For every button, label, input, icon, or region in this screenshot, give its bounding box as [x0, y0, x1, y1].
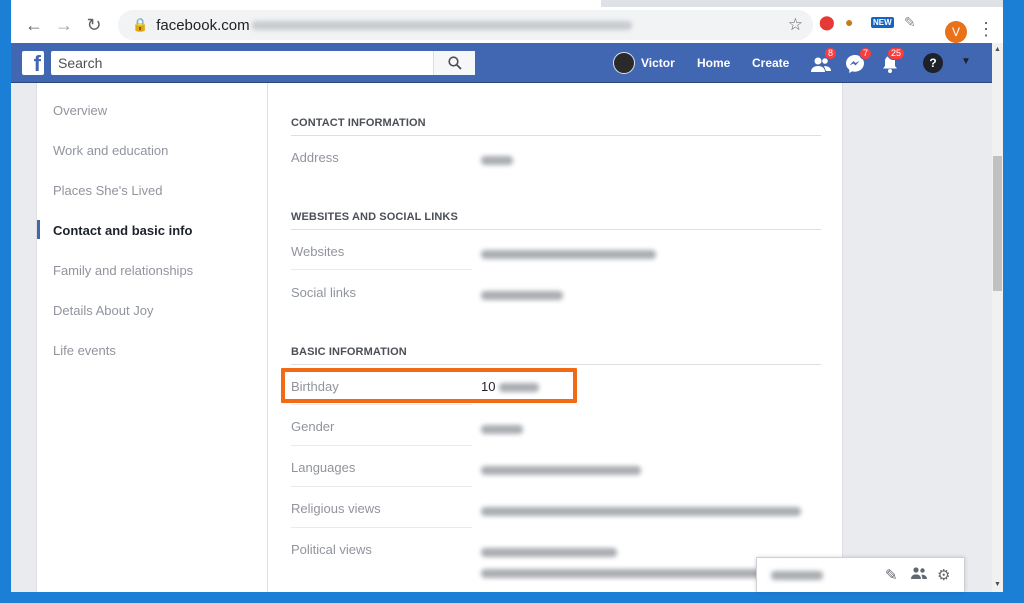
profile-avatar[interactable]: V — [945, 21, 967, 43]
political-value-blurred — [481, 544, 617, 559]
languages-value-blurred — [481, 462, 641, 477]
section-title-websites: WEBSITES AND SOCIAL LINKS — [291, 211, 458, 223]
home-link[interactable]: Home — [697, 43, 730, 83]
languages-label: Languages — [291, 460, 356, 475]
gear-icon[interactable]: ⚙ — [937, 566, 950, 584]
browser-toolbar: ← → ↻ 🔒 facebook.com ☆ ⬤ ● NEW ✎ V ⋮ — [11, 7, 1003, 43]
political-views-label: Political views — [291, 542, 372, 557]
contacts-icon[interactable] — [911, 566, 927, 584]
birthday-highlight-box — [281, 368, 577, 403]
star-icon[interactable]: ☆ — [788, 15, 803, 35]
divider — [291, 229, 821, 230]
sidebar-item-details-about[interactable]: Details About Joy — [53, 303, 153, 318]
address-bar[interactable]: 🔒 facebook.com ☆ — [118, 10, 813, 40]
help-icon[interactable]: ? — [923, 53, 943, 73]
notifications-badge: 25 — [887, 47, 906, 60]
compose-icon[interactable]: ✎ — [885, 566, 898, 584]
gender-label: Gender — [291, 419, 335, 434]
search-icon[interactable] — [433, 51, 475, 75]
home-label: Home — [697, 56, 731, 70]
row-divider — [291, 445, 472, 446]
divider — [291, 135, 821, 136]
user-name: Victor — [641, 56, 675, 70]
section-title-contact: CONTACT INFORMATION — [291, 117, 426, 129]
row-divider — [291, 486, 472, 487]
about-sidebar: Overview Work and education Places She's… — [37, 83, 268, 592]
sidebar-item-work-education[interactable]: Work and education — [53, 143, 168, 158]
sidebar-item-places-lived[interactable]: Places She's Lived — [53, 183, 162, 198]
profile-link[interactable]: Victor — [613, 43, 675, 83]
religious-value-blurred — [481, 503, 801, 518]
chat-label-blurred — [771, 570, 823, 580]
extension-icon-1[interactable]: ⬤ — [819, 14, 835, 31]
active-item-marker — [37, 220, 40, 239]
address-label: Address — [291, 150, 339, 165]
scroll-up-icon[interactable]: ▲ — [994, 46, 1001, 53]
forward-icon[interactable]: → — [49, 10, 79, 40]
facebook-header: f Victor Home Create 8 7 25 ? ▼ — [11, 43, 992, 83]
tab-strip — [11, 0, 1003, 7]
facebook-logo-icon[interactable]: f — [22, 51, 44, 75]
row-divider — [291, 527, 472, 528]
search-box — [51, 51, 475, 75]
url-host: facebook.com — [156, 16, 250, 34]
page-body: Overview Work and education Places She's… — [11, 83, 992, 592]
caret-down-icon[interactable]: ▼ — [961, 56, 971, 67]
extension-icon-2[interactable]: ● — [845, 14, 853, 30]
scrollbar-thumb[interactable] — [993, 156, 1002, 291]
search-input[interactable] — [51, 52, 433, 74]
chat-bar[interactable]: ✎ ⚙ — [756, 557, 965, 592]
scrollbar[interactable]: ▲ ▼ — [992, 43, 1003, 592]
sidebar-item-life-events[interactable]: Life events — [53, 343, 116, 358]
messages-badge: 7 — [859, 47, 873, 60]
sidebar-item-contact-basic-info[interactable]: Contact and basic info — [53, 223, 192, 238]
social-links-label: Social links — [291, 285, 357, 300]
create-link[interactable]: Create — [752, 43, 789, 83]
friend-requests-badge: 8 — [824, 47, 838, 60]
reload-icon[interactable]: ↻ — [79, 10, 109, 40]
about-card: Overview Work and education Places She's… — [36, 83, 843, 592]
political-description-blurred — [481, 565, 781, 580]
row-divider — [291, 269, 472, 270]
url-path-blurred — [251, 20, 632, 30]
extension-icon-3[interactable]: ✎ — [904, 14, 916, 31]
website-link-blurred[interactable] — [481, 246, 656, 261]
scroll-down-icon[interactable]: ▼ — [994, 581, 1001, 588]
social-link-blurred[interactable] — [481, 287, 563, 302]
lock-icon[interactable]: 🔒 — [132, 17, 148, 33]
websites-label: Websites — [291, 244, 345, 259]
divider — [291, 364, 821, 365]
row-divider — [291, 404, 472, 405]
user-avatar — [613, 52, 635, 74]
sidebar-item-overview[interactable]: Overview — [53, 103, 107, 118]
back-icon[interactable]: ← — [19, 10, 49, 40]
address-value-blurred — [481, 152, 513, 167]
active-tab[interactable] — [11, 0, 601, 7]
sidebar-item-family-relationships[interactable]: Family and relationships — [53, 263, 193, 278]
gender-value-blurred — [481, 421, 523, 436]
religious-views-label: Religious views — [291, 501, 381, 516]
create-label: Create — [752, 56, 790, 70]
menu-kebab-icon[interactable]: ⋮ — [977, 19, 995, 40]
new-extension-badge[interactable]: NEW — [871, 17, 894, 28]
browser-window: ← → ↻ 🔒 facebook.com ☆ ⬤ ● NEW ✎ V ⋮ f V… — [11, 0, 1003, 592]
section-title-basic: BASIC INFORMATION — [291, 346, 407, 358]
